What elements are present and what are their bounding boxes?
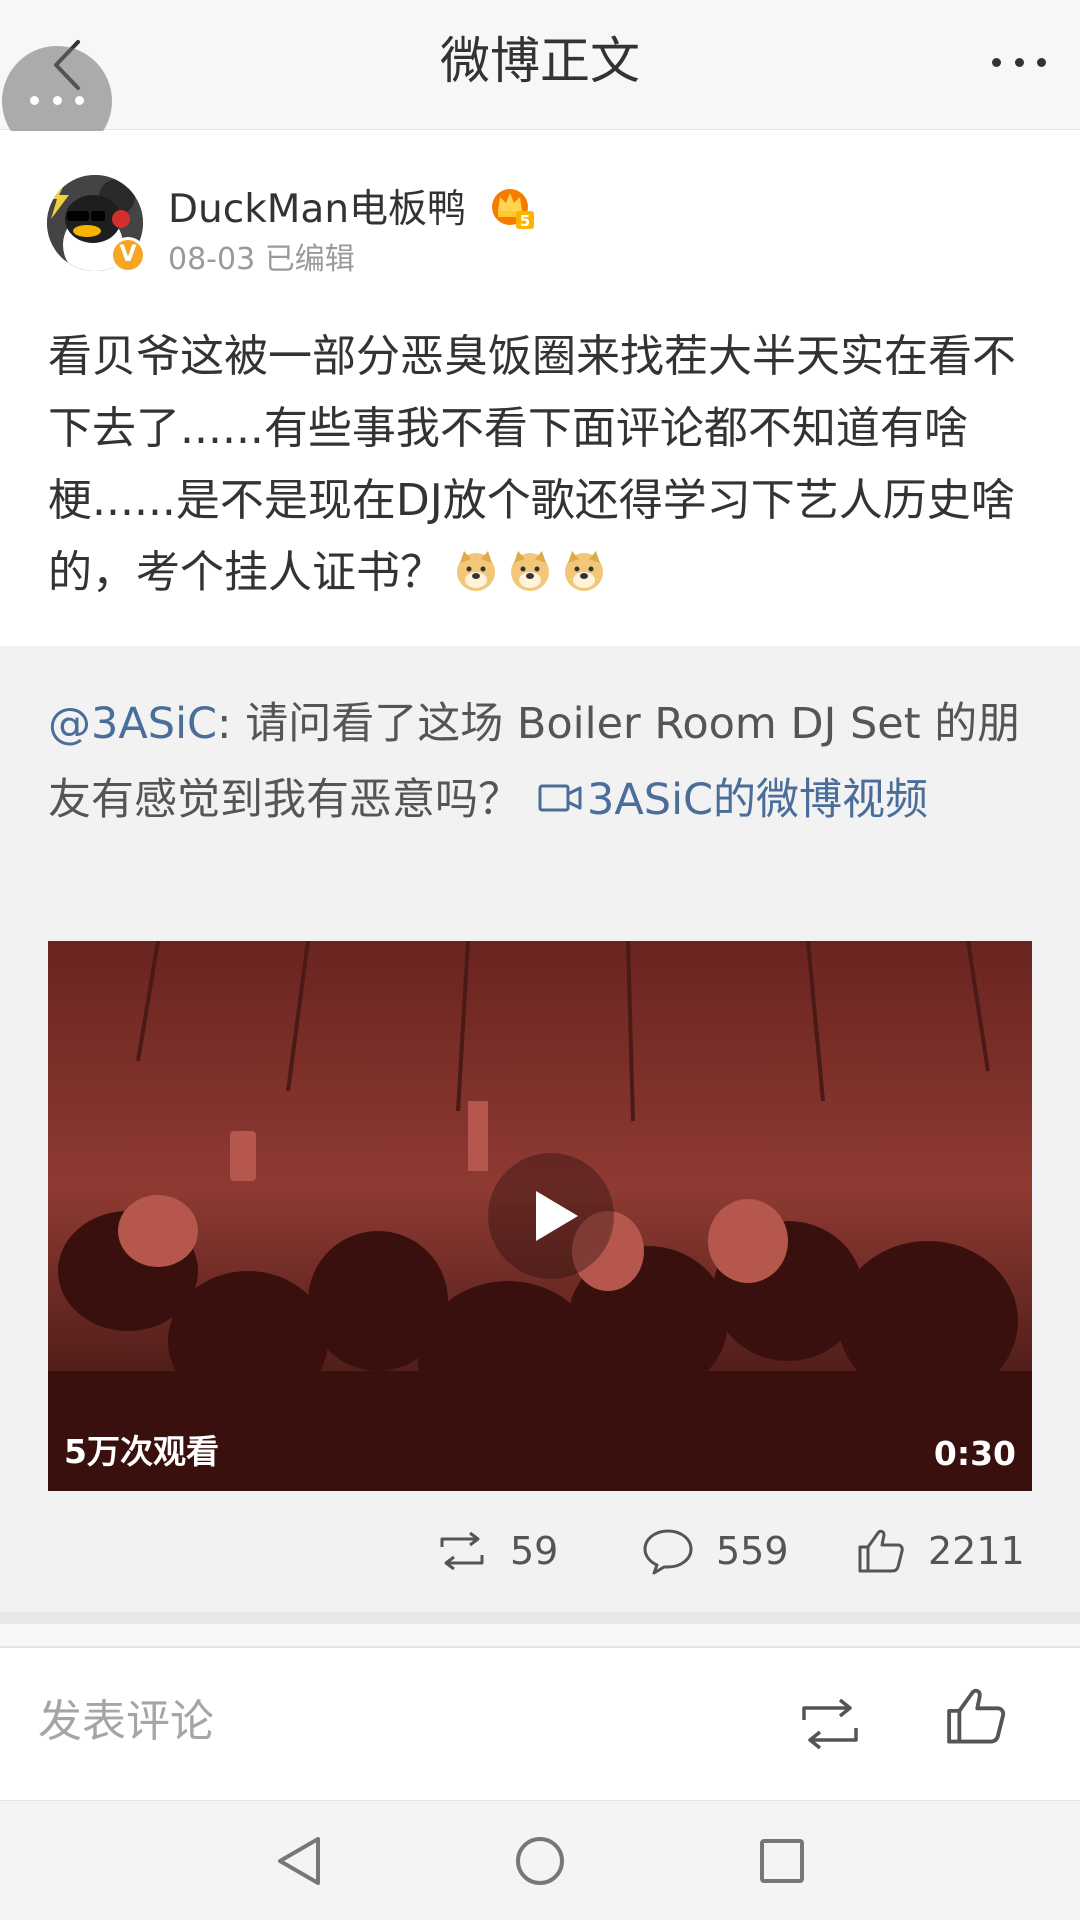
repost-actions: 59 559 2211 bbox=[0, 1516, 1080, 1586]
like-action[interactable]: 2211 bbox=[856, 1516, 1025, 1586]
square-recents-icon bbox=[760, 1839, 804, 1883]
post-timestamp: 08-03 已编辑 bbox=[168, 242, 355, 277]
more-horizontal-icon bbox=[992, 58, 1001, 67]
system-recents-button[interactable] bbox=[758, 1837, 806, 1885]
doge-emoji-icon bbox=[457, 551, 495, 591]
circle-home-icon bbox=[516, 1837, 564, 1885]
repost-button[interactable] bbox=[796, 1694, 864, 1754]
system-nav-bar bbox=[0, 1800, 1080, 1920]
video-player[interactable]: 5万次观看 0:30 bbox=[48, 941, 1032, 1491]
doge-emoji-icon bbox=[511, 551, 549, 591]
play-icon bbox=[536, 1191, 578, 1241]
repost-body: @3ASiC: 请问看了这场 Boiler Room DJ Set 的朋友有感觉… bbox=[48, 686, 1038, 838]
video-link[interactable]: 3ASiC的微博视频 bbox=[587, 775, 928, 825]
repost-action[interactable]: 59 bbox=[436, 1516, 558, 1586]
comment-action[interactable]: 559 bbox=[642, 1516, 789, 1586]
repost-icon bbox=[440, 1531, 484, 1571]
doge-emoji-icon bbox=[565, 551, 603, 591]
divider bbox=[0, 1624, 1080, 1646]
page-title: 微博正文 bbox=[440, 32, 640, 90]
divider bbox=[0, 1612, 1080, 1624]
member-crown-icon: 5 bbox=[492, 189, 534, 230]
comment-bar: 发表评论 bbox=[0, 1648, 1080, 1800]
repost-icon bbox=[802, 1698, 858, 1750]
like-button[interactable] bbox=[944, 1684, 1008, 1748]
reposted-weibo[interactable]: @3ASiC: 请问看了这场 Boiler Room DJ Set 的朋友有感觉… bbox=[0, 646, 1080, 1612]
svg-text:5: 5 bbox=[520, 212, 530, 230]
verified-badge: V bbox=[110, 237, 146, 273]
mention-link[interactable]: @3ASiC bbox=[48, 699, 217, 749]
comment-count: 559 bbox=[716, 1529, 789, 1573]
play-button[interactable] bbox=[488, 1153, 614, 1279]
comment-input[interactable]: 发表评论 bbox=[38, 1692, 214, 1752]
view-count: 5万次观看 bbox=[64, 1432, 219, 1471]
video-camera-icon bbox=[538, 784, 582, 812]
system-back-button[interactable] bbox=[272, 1833, 328, 1889]
floating-menu-icon bbox=[30, 96, 84, 106]
video-duration: 0:30 bbox=[933, 1434, 1016, 1473]
system-home-button[interactable] bbox=[512, 1833, 568, 1889]
thumbs-up-icon bbox=[858, 1529, 904, 1573]
triangle-back-icon bbox=[278, 1837, 320, 1885]
top-nav-bar: 微博正文 bbox=[0, 0, 1080, 130]
more-options-button[interactable] bbox=[992, 58, 1046, 70]
like-count: 2211 bbox=[928, 1529, 1025, 1573]
comment-icon bbox=[643, 1529, 693, 1575]
repost-count: 59 bbox=[510, 1529, 559, 1573]
thumbs-up-icon bbox=[947, 1688, 1006, 1744]
post-body: 看贝爷这被一部分恶臭饭圈来找茬大半天实在看不下去了......有些事我不看下面评… bbox=[48, 321, 1043, 609]
weibo-post: V DuckMan电板鸭 5 08-03 已编辑 看贝爷这被一部分恶臭饭圈来找茬… bbox=[0, 131, 1080, 646]
username[interactable]: DuckMan电板鸭 bbox=[168, 183, 466, 237]
